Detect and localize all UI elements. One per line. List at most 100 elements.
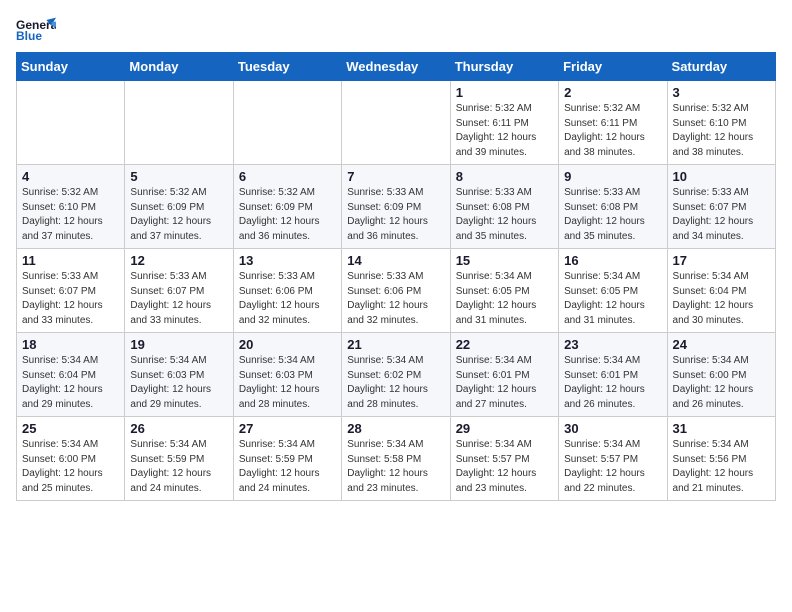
day-number: 23 [564, 337, 661, 352]
calendar-cell: 4 Sunrise: 5:32 AM Sunset: 6:10 PM Daylig… [17, 165, 125, 249]
day-number: 18 [22, 337, 119, 352]
calendar-cell: 15Sunrise: 5:34 AM Sunset: 6:05 PM Dayli… [450, 249, 558, 333]
calendar-cell [125, 81, 233, 165]
day-info: Sunrise: 5:33 AM Sunset: 6:08 PM Dayligh… [456, 186, 553, 244]
day-number: 6 [239, 169, 336, 184]
day-number: 17 [673, 253, 770, 268]
calendar-cell: 2 Sunrise: 5:32 AM Sunset: 6:11 PM Daylig… [559, 81, 667, 165]
logo-icon: General Blue [16, 16, 56, 44]
calendar-cell: 26 Sunrise: 5:34 AM Sunset: 5:59 PM Dayli… [125, 417, 233, 501]
calendar-cell [17, 81, 125, 165]
day-info: Sunrise: 5:34 AM Sunset: 6:03 PM Dayligh… [130, 354, 227, 412]
day-number: 4 [22, 169, 119, 184]
calendar-cell: 9 Sunrise: 5:33 AM Sunset: 6:08 PM Daylig… [559, 165, 667, 249]
day-info: Sunrise: 5:34 AM Sunset: 5:59 PM Dayligh… [130, 438, 227, 496]
day-number: 16 [564, 253, 661, 268]
day-info: Sunrise: 5:34 AM Sunset: 6:00 PM Dayligh… [673, 354, 770, 412]
day-number: 24 [673, 337, 770, 352]
day-info: Sunrise: 5:33 AM Sunset: 6:07 PM Dayligh… [22, 270, 119, 328]
day-number: 31 [673, 421, 770, 436]
day-info: Sunrise: 5:33 AM Sunset: 6:07 PM Dayligh… [673, 186, 770, 244]
calendar-cell: 24 Sunrise: 5:34 AM Sunset: 6:00 PM Dayli… [667, 333, 775, 417]
calendar-cell: 22 Sunrise: 5:34 AM Sunset: 6:01 PM Dayli… [450, 333, 558, 417]
calendar-cell: 6Sunrise: 5:32 AM Sunset: 6:09 PM Daylig… [233, 165, 341, 249]
day-info: Sunrise: 5:34 AM Sunset: 6:04 PM Dayligh… [673, 270, 770, 328]
day-number: 30 [564, 421, 661, 436]
day-number: 8 [456, 169, 553, 184]
day-info: Sunrise: 5:34 AM Sunset: 6:03 PM Dayligh… [239, 354, 336, 412]
calendar-cell: 1 Sunrise: 5:32 AM Sunset: 6:11 PM Daylig… [450, 81, 558, 165]
calendar-cell: 27 Sunrise: 5:34 AM Sunset: 5:59 PM Dayli… [233, 417, 341, 501]
day-number: 3 [673, 85, 770, 100]
day-number: 7 [347, 169, 444, 184]
calendar-cell: 5Sunrise: 5:32 AM Sunset: 6:09 PM Daylig… [125, 165, 233, 249]
day-number: 15 [456, 253, 553, 268]
calendar-week-row: 18 Sunrise: 5:34 AM Sunset: 6:04 PM Dayli… [17, 333, 776, 417]
day-info: Sunrise: 5:32 AM Sunset: 6:11 PM Dayligh… [564, 102, 661, 160]
calendar-cell: 8 Sunrise: 5:33 AM Sunset: 6:08 PM Daylig… [450, 165, 558, 249]
day-number: 14 [347, 253, 444, 268]
weekday-header: Saturday [667, 53, 775, 81]
calendar-cell: 31 Sunrise: 5:34 AM Sunset: 5:56 PM Dayli… [667, 417, 775, 501]
day-info: Sunrise: 5:34 AM Sunset: 5:58 PM Dayligh… [347, 438, 444, 496]
day-number: 13 [239, 253, 336, 268]
day-info: Sunrise: 5:34 AM Sunset: 6:01 PM Dayligh… [564, 354, 661, 412]
calendar-cell: 7Sunrise: 5:33 AM Sunset: 6:09 PM Daylig… [342, 165, 450, 249]
day-number: 2 [564, 85, 661, 100]
calendar-cell: 20 Sunrise: 5:34 AM Sunset: 6:03 PM Dayli… [233, 333, 341, 417]
day-number: 28 [347, 421, 444, 436]
weekday-header: Tuesday [233, 53, 341, 81]
day-info: Sunrise: 5:34 AM Sunset: 6:00 PM Dayligh… [22, 438, 119, 496]
day-number: 5 [130, 169, 227, 184]
calendar-cell: 23 Sunrise: 5:34 AM Sunset: 6:01 PM Dayli… [559, 333, 667, 417]
calendar-cell: 10 Sunrise: 5:33 AM Sunset: 6:07 PM Dayli… [667, 165, 775, 249]
calendar-cell: 17 Sunrise: 5:34 AM Sunset: 6:04 PM Dayli… [667, 249, 775, 333]
day-info: Sunrise: 5:34 AM Sunset: 5:57 PM Dayligh… [456, 438, 553, 496]
day-info: Sunrise: 5:34 AM Sunset: 6:01 PM Dayligh… [456, 354, 553, 412]
day-number: 12 [130, 253, 227, 268]
day-info: Sunrise: 5:33 AM Sunset: 6:06 PM Dayligh… [347, 270, 444, 328]
day-number: 22 [456, 337, 553, 352]
day-number: 21 [347, 337, 444, 352]
day-number: 19 [130, 337, 227, 352]
day-info: Sunrise: 5:32 AM Sunset: 6:11 PM Dayligh… [456, 102, 553, 160]
calendar-cell: 29 Sunrise: 5:34 AM Sunset: 5:57 PM Dayli… [450, 417, 558, 501]
calendar-cell [342, 81, 450, 165]
day-info: Sunrise: 5:34 AM Sunset: 5:56 PM Dayligh… [673, 438, 770, 496]
calendar-cell: 13Sunrise: 5:33 AM Sunset: 6:06 PM Dayli… [233, 249, 341, 333]
day-info: Sunrise: 5:32 AM Sunset: 6:10 PM Dayligh… [673, 102, 770, 160]
day-info: Sunrise: 5:34 AM Sunset: 5:57 PM Dayligh… [564, 438, 661, 496]
calendar-cell: 28 Sunrise: 5:34 AM Sunset: 5:58 PM Dayli… [342, 417, 450, 501]
day-info: Sunrise: 5:34 AM Sunset: 6:04 PM Dayligh… [22, 354, 119, 412]
weekday-header: Friday [559, 53, 667, 81]
day-number: 25 [22, 421, 119, 436]
calendar-cell: 21 Sunrise: 5:34 AM Sunset: 6:02 PM Dayli… [342, 333, 450, 417]
calendar-table: SundayMondayTuesdayWednesdayThursdayFrid… [16, 52, 776, 501]
weekday-header: Sunday [17, 53, 125, 81]
day-number: 29 [456, 421, 553, 436]
svg-text:Blue: Blue [16, 29, 42, 43]
calendar-cell: 25 Sunrise: 5:34 AM Sunset: 6:00 PM Dayli… [17, 417, 125, 501]
calendar-cell: 12Sunrise: 5:33 AM Sunset: 6:07 PM Dayli… [125, 249, 233, 333]
day-info: Sunrise: 5:34 AM Sunset: 6:05 PM Dayligh… [564, 270, 661, 328]
calendar-week-row: 1 Sunrise: 5:32 AM Sunset: 6:11 PM Daylig… [17, 81, 776, 165]
day-number: 20 [239, 337, 336, 352]
day-info: Sunrise: 5:34 AM Sunset: 6:02 PM Dayligh… [347, 354, 444, 412]
calendar-cell: 11 Sunrise: 5:33 AM Sunset: 6:07 PM Dayli… [17, 249, 125, 333]
logo: General Blue [16, 16, 56, 44]
day-number: 10 [673, 169, 770, 184]
day-number: 27 [239, 421, 336, 436]
calendar-week-row: 4 Sunrise: 5:32 AM Sunset: 6:10 PM Daylig… [17, 165, 776, 249]
calendar-cell: 16 Sunrise: 5:34 AM Sunset: 6:05 PM Dayli… [559, 249, 667, 333]
calendar-week-row: 11 Sunrise: 5:33 AM Sunset: 6:07 PM Dayli… [17, 249, 776, 333]
day-number: 9 [564, 169, 661, 184]
weekday-header: Thursday [450, 53, 558, 81]
day-info: Sunrise: 5:33 AM Sunset: 6:08 PM Dayligh… [564, 186, 661, 244]
day-number: 11 [22, 253, 119, 268]
day-number: 1 [456, 85, 553, 100]
weekday-header: Monday [125, 53, 233, 81]
day-info: Sunrise: 5:34 AM Sunset: 5:59 PM Dayligh… [239, 438, 336, 496]
day-info: Sunrise: 5:32 AM Sunset: 6:10 PM Dayligh… [22, 186, 119, 244]
calendar-cell: 14 Sunrise: 5:33 AM Sunset: 6:06 PM Dayli… [342, 249, 450, 333]
day-number: 26 [130, 421, 227, 436]
